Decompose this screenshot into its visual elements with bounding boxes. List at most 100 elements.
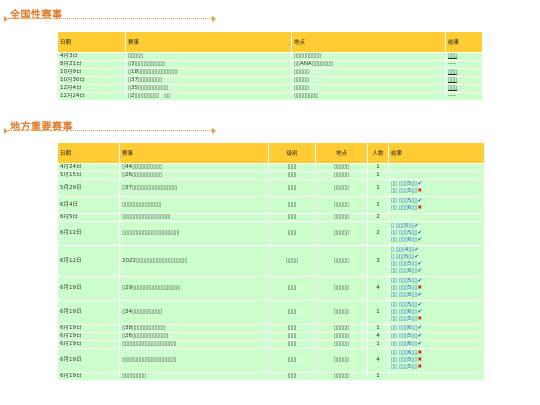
result-line[interactable]: ▯▯ ▯▯▯5▯▯✔	[391, 333, 482, 340]
cross-icon: ✖	[417, 316, 423, 322]
result-line[interactable]: ▯▯ ▯▯▯6▯▯✖	[391, 350, 482, 357]
table-row: 12月24日 ▯2▯▯▯▯▯▯▯▯ ▯▯ ▯▯▯▯▯▯▯▯ ----	[58, 93, 482, 100]
check-icon: ✔	[417, 325, 423, 331]
cell-results: ▯▯ ▯▯▯5▯▯✔	[389, 333, 484, 340]
cell-event: ▯35▯▯▯▯▯▯▯▯▯▯	[126, 85, 291, 92]
cell-results: ▯▯ ▯▯▯6▯▯✖ ▯▯ ▯▯▯5▯▯✖ ▯▯ ▯▯▯5▯▯✖	[389, 349, 484, 372]
cell-venue: ▯▯▯▯▯▯▯▯	[292, 93, 445, 100]
result-line[interactable]: ▯▯ ▯▯▯5▯▯✖	[391, 364, 482, 371]
section-divider	[8, 130, 214, 131]
cell-results: ▯ ▯▯▯5▯▯✔ ▯▯ ▯▯▯5▯▯✔ ▯▯ ▯▯▯6▯▯✔	[389, 222, 484, 245]
result-text: ▯▯ ▯▯▯5▯▯	[391, 364, 418, 370]
result-line[interactable]: ▯▯ ▯▯▯5▯▯✖	[391, 316, 482, 323]
table-row: 4月3日 ▯▯▯▯▯ ▯▯▯▯▯▯▯▯▯ ▯▯▯	[58, 53, 482, 60]
cell-date: 5月29日	[58, 180, 119, 196]
check-icon: ✔	[417, 278, 423, 284]
cell-venue: ▯▯▯▯▯	[316, 180, 367, 196]
cell-date: 8月21日	[58, 61, 125, 68]
cell-event: ▯29▯▯▯▯▯▯▯▯▯▯▯▯▯▯▯▯	[120, 277, 268, 300]
result-line[interactable]: ▯▯ ▯▯▯5▯▯✔	[391, 278, 482, 285]
cell-date: 6月19日	[58, 301, 119, 324]
cell-results	[389, 172, 484, 179]
table-row: 6月19日 ▯26▯▯▯▯▯▯▯▯▯▯▯▯ ▯▯▯ ▯▯▯▯▯ 4 ▯▯ ▯▯▯5▯▯✔	[58, 333, 484, 340]
check-icon: ✔	[414, 223, 420, 229]
cell-count: 1	[368, 341, 388, 348]
cell-date: 10月30日	[58, 77, 125, 84]
cell-level: ▯▯▯	[269, 277, 315, 300]
cross-icon: ✖	[417, 188, 423, 194]
result-text: ▯▯ ▯▯▯5▯▯	[391, 188, 418, 194]
result-text: ▯▯ ▯▯▯5▯▯	[391, 357, 418, 363]
cell-event: ▯2▯▯▯▯▯▯▯▯ ▯▯	[126, 93, 291, 100]
result-line[interactable]: ▯ ▯▯▯4▯▯✔	[391, 247, 482, 254]
section-divider	[8, 18, 214, 19]
result-line[interactable]: ▯▯ ▯▯▯5▯▯✔	[391, 302, 482, 309]
header-event: 赛事	[126, 32, 291, 52]
cell-event: ▯37▯▯▯▯▯▯▯▯▯▯▯▯▯▯▯	[120, 180, 268, 196]
result-line[interactable]: ▯▯ ▯▯▯6▯▯✔	[391, 268, 482, 275]
cell-event: ▯26▯▯▯▯▯▯▯▯▯▯▯▯	[120, 333, 268, 340]
result-line[interactable]: ▯▯ ▯▯▯6▯▯✔	[391, 341, 482, 348]
check-icon: ✔	[417, 261, 423, 267]
cell-result[interactable]: ▯▯▯	[446, 77, 482, 84]
cell-result[interactable]: ▯▯▯	[446, 53, 482, 60]
result-line[interactable]: ▯ ▯▯▯5▯▯✔	[391, 223, 482, 230]
cross-icon: ✖	[417, 205, 423, 211]
cell-count: 1	[368, 164, 388, 171]
result-text: ▯▯ ▯▯▯6▯▯	[391, 268, 418, 274]
result-line[interactable]: ▯▯ ▯▯▯5▯▯✔	[391, 198, 482, 205]
result-line[interactable]: ▯▯ ▯▯▯5▯▯✖	[391, 188, 482, 195]
cell-level: ▯▯▯	[269, 373, 315, 380]
result-line[interactable]: ▯▯ ▯▯▯5▯▯✔	[391, 181, 482, 188]
cell-level: ▯▯▯	[269, 301, 315, 324]
cell-event: ▯37▯▯▯▯▯▯▯▯	[126, 77, 291, 84]
table-row: 6月19日 ▯38▯▯▯▯▯▯▯▯▯▯▯ ▯▯▯ ▯▯▯▯▯ 1 ▯▯ ▯▯▯6▯▯✔	[58, 325, 484, 332]
check-icon: ✔	[417, 268, 423, 274]
result-line[interactable]: ▯▯ ▯▯▯6▯▯✔	[391, 292, 482, 299]
cell-venue: ▯▯▯▯▯	[316, 325, 367, 332]
cell-results: ▯▯ ▯▯▯6▯▯✔	[389, 325, 484, 332]
cell-count: 1	[368, 180, 388, 196]
table-row: 6月19日 ▯▯▯▯▯▯▯▯ ▯▯▯ ▯▯▯▯▯ 1	[58, 373, 484, 380]
result-line[interactable]: ▯ ▯▯▯5▯▯✔	[391, 254, 482, 261]
cell-date: 6月12日	[58, 246, 119, 276]
cell-event: ▯38▯▯▯▯▯▯▯▯▯▯▯	[120, 325, 268, 332]
result-line[interactable]: ▯▯ ▯▯▯6▯▯✔	[391, 309, 482, 316]
result-line[interactable]: ▯▯ ▯▯▯6▯▯✔	[391, 325, 482, 332]
cell-venue: ▯▯▯▯▯	[316, 214, 367, 221]
table-row: 6月19日 ▯34▯▯▯▯▯▯▯▯▯▯ ▯▯▯ ▯▯▯▯▯ 1 ▯▯ ▯▯▯5▯▯✔ ▯▯ …	[58, 301, 484, 324]
check-icon: ✔	[414, 247, 420, 253]
cell-venue: ▯▯▯▯▯	[316, 341, 367, 348]
cell-venue: ▯▯▯▯▯	[316, 222, 367, 245]
cell-date: 10月9日	[58, 69, 125, 76]
result-line[interactable]: ▯▯ ▯▯▯6▯▯✔	[391, 237, 482, 244]
result-text: ▯▯ ▯▯▯5▯▯	[391, 285, 418, 291]
cell-level: ▯▯▯	[269, 333, 315, 340]
check-icon: ✔	[417, 198, 423, 204]
section-title-triangle-icon	[4, 16, 8, 22]
result-text: ▯▯ ▯▯▯6▯▯	[391, 292, 418, 298]
cell-date: 12月24日	[58, 93, 125, 100]
result-text: ▯▯ ▯▯▯5▯▯	[391, 316, 418, 322]
cell-level: ▯▯▯	[269, 164, 315, 171]
cell-date: 6月19日	[58, 341, 119, 348]
result-line[interactable]: ▯▯ ▯▯▯5▯▯✔	[391, 261, 482, 268]
result-line[interactable]: ▯▯ ▯▯▯5▯▯✖	[391, 357, 482, 364]
result-line[interactable]: ▯▯ ▯▯▯6▯▯✖	[391, 205, 482, 212]
cell-date: 4月24日	[58, 164, 119, 171]
cell-result[interactable]: ▯▯▯	[446, 69, 482, 76]
result-line[interactable]: ▯▯ ▯▯▯5▯▯✖	[391, 285, 482, 292]
result-text: ▯ ▯▯▯5▯▯	[391, 223, 415, 229]
table-row: 6月12日 2022▯▯▯▯▯▯▯▯▯▯▯▯▯▯▯▯▯ ▯▯▯▯ ▯▯▯▯▯ 3 ▯ ▯▯…	[58, 246, 484, 276]
cell-results: ▯▯ ▯▯▯5▯▯✔ ▯▯ ▯▯▯5▯▯✖	[389, 180, 484, 196]
cell-event: ▯44▯▯▯▯▯▯▯▯▯▯	[120, 164, 268, 171]
cross-icon: ✖	[417, 357, 423, 363]
cell-result[interactable]: ▯▯▯	[446, 85, 482, 92]
cell-venue: ▯▯ANA▯▯▯▯▯▯▯	[292, 61, 445, 68]
cell-results: ▯▯ ▯▯▯5▯▯✔ ▯▯ ▯▯▯6▯▯✔ ▯▯ ▯▯▯5▯▯✖	[389, 301, 484, 324]
section-title-triangle-icon	[4, 128, 8, 134]
cell-event: ▯26▯▯▯▯▯▯▯▯▯▯	[120, 172, 268, 179]
cell-date: 6月19日	[58, 277, 119, 300]
result-text: ▯▯ ▯▯▯6▯▯	[391, 205, 418, 211]
result-line[interactable]: ▯▯ ▯▯▯5▯▯✔	[391, 230, 482, 237]
